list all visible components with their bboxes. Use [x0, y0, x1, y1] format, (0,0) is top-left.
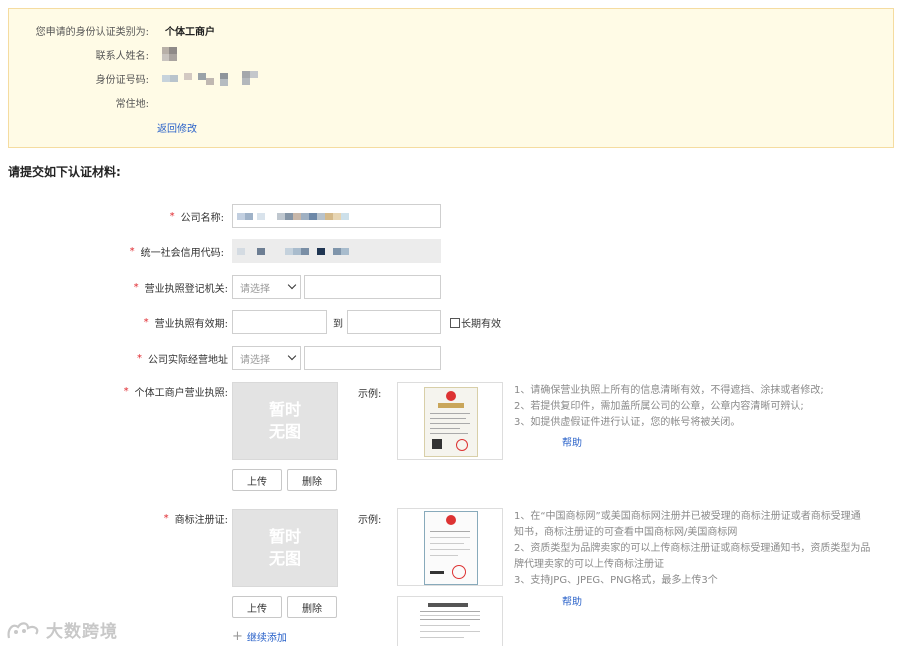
plus-icon: +	[232, 629, 243, 644]
validity-to-label: 到	[333, 319, 343, 330]
seal-icon	[456, 439, 468, 451]
long-term-checkbox[interactable]: 长期有效	[450, 315, 501, 330]
business-address-label: * 公司实际经营地址	[137, 352, 228, 366]
add-more-link[interactable]: + 继续添加	[232, 629, 287, 644]
address-label: 常住地:	[115, 98, 149, 110]
applicant-type-value: 个体工商户	[165, 26, 215, 38]
id-number-row: 身份证号码:	[9, 70, 262, 86]
watermark-text: 大数跨境	[46, 622, 118, 642]
seal-icon	[452, 565, 466, 579]
contact-name-row: 联系人姓名:	[9, 46, 178, 62]
emblem-icon	[446, 515, 456, 525]
trademark-notes: 1、在“中国商标网”或美国商标网注册并已被受理的商标注册证或者商标受理通 知书，…	[514, 511, 871, 586]
reg-authority-select[interactable]: 请选择	[232, 275, 301, 299]
contact-name-redacted	[162, 47, 178, 61]
qr-code-icon	[432, 439, 442, 449]
required-marker: *	[137, 352, 142, 364]
applicant-type-label: 您申请的身份认证类别为:	[35, 26, 149, 38]
business-address-input[interactable]	[304, 346, 441, 370]
company-name-input[interactable]	[232, 204, 441, 228]
license-notes: 1、请确保营业执照上所有的信息清晰有效，不得遮挡、涂抹或者修改; 2、若提供复印…	[514, 385, 824, 428]
required-marker: *	[169, 210, 175, 222]
applicant-type-row: 您申请的身份认证类别为: 个体工商户	[9, 22, 215, 38]
business-address-select-placeholder: 请选择	[240, 354, 270, 366]
back-edit-link[interactable]: 返回修改	[157, 120, 197, 135]
long-term-checkbox-box[interactable]	[450, 317, 460, 328]
contact-name-label: 联系人姓名:	[95, 50, 149, 62]
license-delete-button[interactable]: 删除	[287, 469, 337, 491]
credit-code-redacted	[237, 245, 357, 259]
section-title: 请提交如下认证材料:	[8, 165, 121, 179]
validity-start-input[interactable]	[232, 310, 327, 334]
trademark-sample-image	[397, 508, 503, 586]
add-more-label: 继续添加	[246, 633, 287, 644]
trademark-delete-button[interactable]: 删除	[287, 596, 337, 618]
brand-logo-icon	[7, 621, 39, 638]
trademark-help-link[interactable]: 帮助	[562, 593, 582, 608]
long-term-label: 长期有效	[461, 319, 501, 330]
validity-end-input[interactable]	[347, 310, 441, 334]
watermark: 大数跨境	[6, 617, 118, 642]
id-number-redacted	[162, 71, 262, 86]
id-number-label: 身份证号码:	[95, 74, 149, 86]
license-sample-title-bar	[438, 403, 464, 408]
required-marker: *	[129, 245, 135, 257]
trademark-upload-button[interactable]: 上传	[232, 596, 282, 618]
required-marker: *	[133, 281, 139, 293]
trademark-label: * 商标注册证:	[163, 512, 228, 526]
trademark-sample-label: 示例:	[358, 515, 382, 526]
chevron-down-icon	[287, 351, 297, 361]
business-address-select[interactable]: 请选择	[232, 346, 301, 370]
company-name-redacted	[237, 210, 357, 224]
license-help-link[interactable]: 帮助	[562, 434, 582, 449]
applicant-info-panel: 您申请的身份认证类别为: 个体工商户 联系人姓名: 身份证号码: 常住地: 返回…	[8, 8, 894, 148]
emblem-icon	[446, 391, 456, 401]
license-image-placeholder: 暂时 无图	[232, 382, 338, 460]
address-row: 常住地:	[9, 94, 149, 110]
credit-code-label: * 统一社会信用代码:	[129, 245, 224, 259]
trademark-image-placeholder: 暂时 无图	[232, 509, 338, 587]
trademark-sample-image-2	[397, 596, 503, 646]
required-marker: *	[163, 512, 169, 524]
required-marker: *	[123, 385, 129, 397]
reg-authority-select-placeholder: 请选择	[240, 283, 270, 295]
credit-code-input	[232, 239, 441, 263]
license-sample-image	[397, 382, 503, 460]
license-sample-label: 示例:	[358, 389, 382, 400]
license-upload-button[interactable]: 上传	[232, 469, 282, 491]
reg-authority-label: * 营业执照登记机关:	[133, 281, 228, 295]
chevron-down-icon	[287, 280, 297, 290]
reg-authority-input[interactable]	[304, 275, 441, 299]
required-marker: *	[143, 316, 149, 328]
validity-label: * 营业执照有效期:	[143, 316, 228, 330]
license-label: * 个体工商户营业执照:	[123, 385, 228, 399]
company-name-label: * 公司名称:	[169, 210, 224, 224]
